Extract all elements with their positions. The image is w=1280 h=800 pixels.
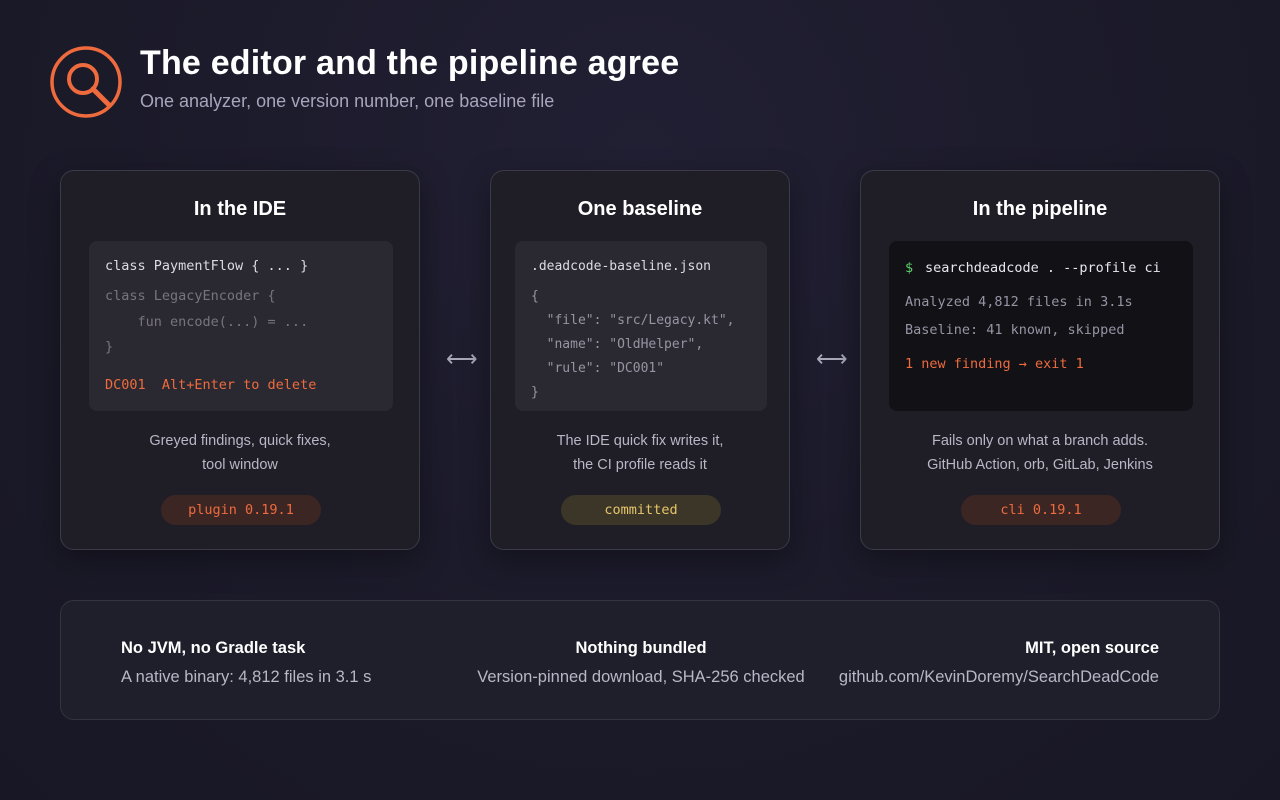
quick-fix-hint[interactable]: DC001 Alt+Enter to delete <box>105 377 316 393</box>
code-line-greyed: } <box>105 339 114 355</box>
pipeline-card-title: In the pipeline <box>972 198 1108 220</box>
pipeline-description: Fails only on what a branch adds. GitHub… <box>861 429 1219 477</box>
bidirectional-arrow-icon: ⟷ <box>816 346 848 371</box>
baseline-card-title: One baseline <box>577 198 703 220</box>
pipeline-desc-line2: GitHub Action, orb, GitLab, Jenkins <box>927 457 1153 473</box>
code-line-greyed: fun encode(...) = ... <box>105 314 309 330</box>
ide-description: Greyed findings, quick fixes, tool windo… <box>61 429 419 477</box>
ide-card: In the IDE class PaymentFlow { ... } cla… <box>60 170 420 550</box>
code-line-greyed: class LegacyEncoder { <box>105 288 276 304</box>
terminal-output: Analyzed 4,812 files in 3.1s <box>905 294 1133 310</box>
terminal-block: $ searchdeadcode . --profile ci Analyzed… <box>889 241 1193 411</box>
cli-version-badge: cli 0.19.1 <box>961 495 1121 525</box>
terminal-command: searchdeadcode . --profile ci <box>925 260 1161 276</box>
page-title: The editor and the pipeline agree <box>140 44 680 82</box>
ide-card-title: In the IDE <box>193 198 287 220</box>
committed-badge: committed <box>561 495 721 525</box>
baseline-description: The IDE quick fix writes it, the CI prof… <box>491 429 789 477</box>
baseline-desc-line1: The IDE quick fix writes it, <box>556 433 724 449</box>
features-footer: No JVM, no Gradle task A native binary: … <box>60 600 1220 720</box>
ide-desc-line2: tool window <box>202 457 278 473</box>
page-subtitle: One analyzer, one version number, one ba… <box>140 91 555 111</box>
json-line: "name": "OldHelper", <box>531 337 704 352</box>
repository-link[interactable]: github.com/KevinDoremy/SearchDeadCode <box>839 668 1159 687</box>
ide-desc-line1: Greyed findings, quick fixes, <box>149 433 331 449</box>
terminal-result: 1 new finding → exit 1 <box>905 356 1084 372</box>
baseline-code-block: .deadcode-baseline.json { "file": "src/L… <box>515 241 767 411</box>
pipeline-desc-line1: Fails only on what a branch adds. <box>931 433 1148 449</box>
feature-heading-license: MIT, open source <box>1025 639 1159 657</box>
ide-code-block: class PaymentFlow { ... } class LegacyEn… <box>89 241 393 411</box>
json-line: "rule": "DC001" <box>531 361 665 376</box>
plugin-version-badge: plugin 0.19.1 <box>161 495 321 525</box>
magnifier-icon <box>50 46 122 118</box>
baseline-filename: .deadcode-baseline.json <box>531 259 712 274</box>
json-line: { <box>531 289 539 304</box>
baseline-desc-line2: the CI profile reads it <box>573 457 707 473</box>
bidirectional-arrow-icon: ⟷ <box>446 346 478 371</box>
code-line-active: class PaymentFlow { ... } <box>105 258 309 274</box>
json-line: } <box>531 385 539 400</box>
pipeline-card: In the pipeline $ searchdeadcode . --pro… <box>860 170 1220 550</box>
terminal-output: Baseline: 41 known, skipped <box>905 322 1125 338</box>
json-line: "file": "src/Legacy.kt", <box>531 313 735 328</box>
terminal-prompt: $ <box>905 260 914 276</box>
baseline-card: One baseline .deadcode-baseline.json { "… <box>490 170 790 550</box>
